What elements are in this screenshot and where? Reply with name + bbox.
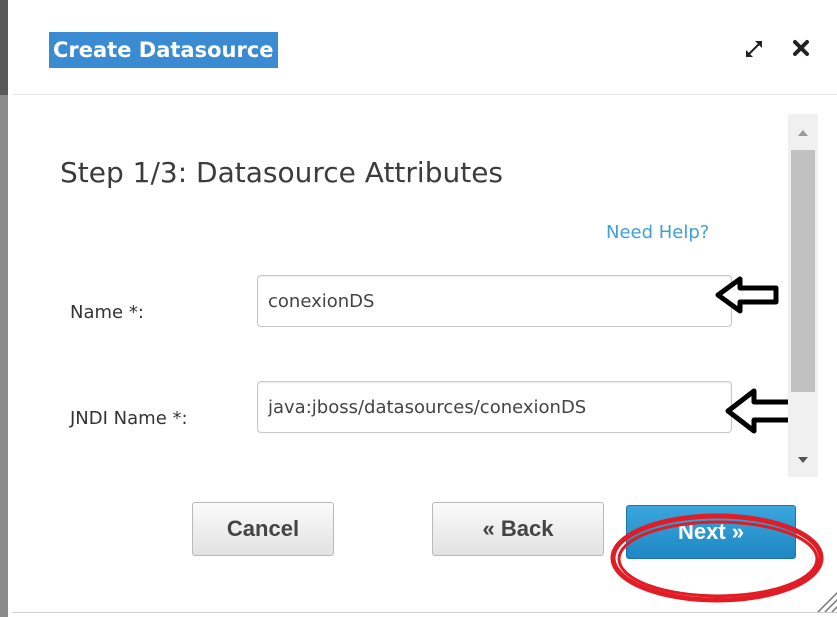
name-input[interactable]: [257, 275, 732, 327]
background-edge-light: [0, 95, 8, 617]
background-window-edge: [0, 0, 12, 617]
cancel-button[interactable]: Cancel: [192, 502, 334, 556]
scroll-down-arrow-icon[interactable]: [788, 446, 818, 477]
background-edge-dark: [0, 0, 8, 95]
scroll-up-arrow-icon[interactable]: [788, 114, 818, 150]
dialog-titlebar: Create Datasource: [12, 0, 837, 95]
step-title: Step 1/3: Datasource Attributes: [60, 156, 504, 189]
jndi-name-input[interactable]: [257, 381, 732, 433]
create-datasource-dialog: Create Datasource Step 1/3: Datasource A…: [12, 0, 837, 617]
close-icon[interactable]: [790, 37, 812, 59]
vertical-scrollbar[interactable]: [788, 114, 818, 477]
back-button[interactable]: « Back: [432, 502, 604, 556]
left-arrow-annotation-icon: [715, 276, 779, 314]
next-button[interactable]: Next »: [626, 505, 796, 559]
scroll-thumb[interactable]: [791, 150, 815, 392]
jndi-name-label: JNDI Name *:: [70, 408, 188, 429]
need-help-link[interactable]: Need Help?: [606, 222, 709, 243]
resize-grip-icon[interactable]: [812, 584, 837, 614]
dialog-bottom-border: [12, 612, 837, 613]
dialog-title: Create Datasource: [49, 32, 278, 68]
name-label: Name *:: [70, 302, 144, 323]
maximize-icon[interactable]: [743, 38, 765, 60]
